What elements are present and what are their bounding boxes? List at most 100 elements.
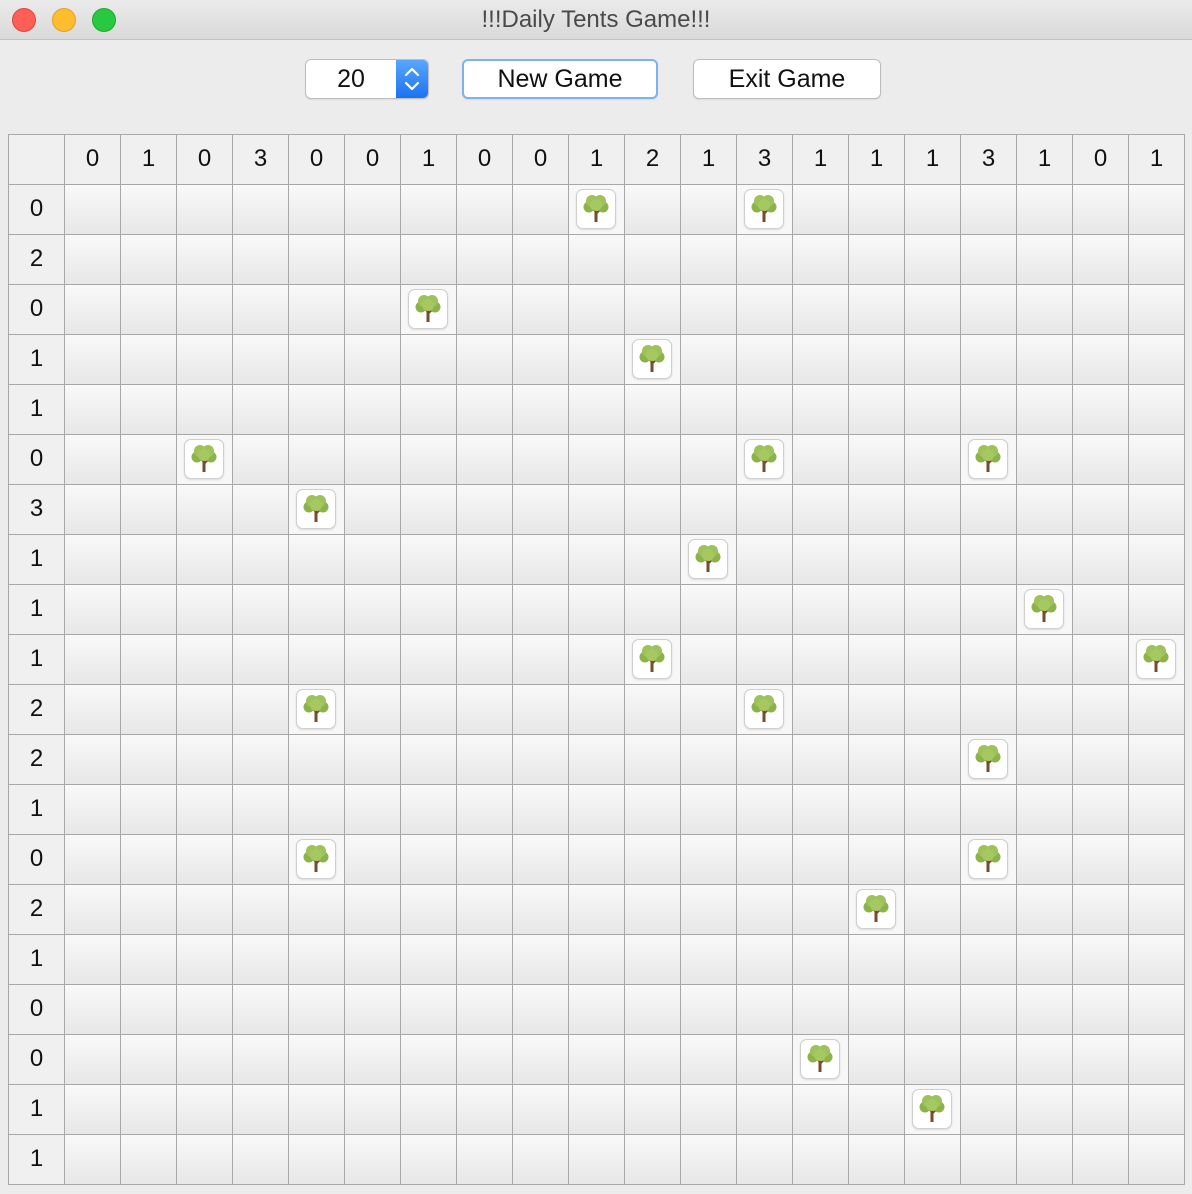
board-cell[interactable]: [792, 734, 849, 785]
board-cell[interactable]: [64, 934, 121, 985]
board-cell[interactable]: [512, 884, 569, 935]
tree-cell[interactable]: [904, 1084, 961, 1135]
board-cell[interactable]: [960, 784, 1017, 835]
board-cell[interactable]: [1072, 1134, 1129, 1185]
board-cell[interactable]: [848, 834, 905, 885]
board-cell[interactable]: [848, 784, 905, 835]
board-cell[interactable]: [232, 834, 289, 885]
board-cell[interactable]: [792, 484, 849, 535]
board-cell[interactable]: [288, 634, 345, 685]
board-cell[interactable]: [848, 1134, 905, 1185]
board-cell[interactable]: [176, 1034, 233, 1085]
board-cell[interactable]: [344, 1084, 401, 1135]
board-cell[interactable]: [344, 334, 401, 385]
board-cell[interactable]: [736, 234, 793, 285]
board-cell[interactable]: [792, 434, 849, 485]
board-cell[interactable]: [848, 284, 905, 335]
board-cell[interactable]: [736, 1084, 793, 1135]
board-cell[interactable]: [848, 384, 905, 435]
board-cell[interactable]: [1016, 334, 1073, 385]
tree-cell[interactable]: [288, 484, 345, 535]
board-cell[interactable]: [680, 484, 737, 535]
board-cell[interactable]: [904, 584, 961, 635]
board-cell[interactable]: [1016, 984, 1073, 1035]
board-cell[interactable]: [624, 884, 681, 935]
board-cell[interactable]: [904, 334, 961, 385]
board-cell[interactable]: [344, 734, 401, 785]
board-cell[interactable]: [624, 784, 681, 835]
board-cell[interactable]: [232, 1134, 289, 1185]
board-cell[interactable]: [568, 234, 625, 285]
board-cell[interactable]: [512, 834, 569, 885]
board-cell[interactable]: [1072, 734, 1129, 785]
board-size-value[interactable]: 20: [306, 60, 396, 98]
board-cell[interactable]: [288, 334, 345, 385]
board-cell[interactable]: [1128, 934, 1185, 985]
board-cell[interactable]: [232, 234, 289, 285]
board-cell[interactable]: [680, 334, 737, 385]
board-cell[interactable]: [792, 634, 849, 685]
board-cell[interactable]: [1128, 684, 1185, 735]
board-cell[interactable]: [512, 534, 569, 585]
board-cell[interactable]: [624, 1084, 681, 1135]
board-cell[interactable]: [568, 884, 625, 935]
board-cell[interactable]: [456, 384, 513, 435]
board-cell[interactable]: [400, 184, 457, 235]
board-cell[interactable]: [736, 334, 793, 385]
board-cell[interactable]: [64, 884, 121, 935]
board-cell[interactable]: [680, 934, 737, 985]
board-cell[interactable]: [960, 384, 1017, 435]
board-cell[interactable]: [1128, 784, 1185, 835]
board-cell[interactable]: [568, 834, 625, 885]
board-cell[interactable]: [512, 434, 569, 485]
board-cell[interactable]: [120, 1034, 177, 1085]
board-cell[interactable]: [400, 584, 457, 635]
board-cell[interactable]: [680, 284, 737, 335]
board-cell[interactable]: [456, 734, 513, 785]
board-cell[interactable]: [344, 234, 401, 285]
board-cell[interactable]: [904, 434, 961, 485]
board-cell[interactable]: [64, 184, 121, 235]
board-cell[interactable]: [456, 534, 513, 585]
board-cell[interactable]: [904, 1034, 961, 1085]
board-cell[interactable]: [400, 834, 457, 885]
board-cell[interactable]: [848, 734, 905, 785]
board-cell[interactable]: [512, 584, 569, 635]
board-cell[interactable]: [400, 384, 457, 435]
board-cell[interactable]: [288, 984, 345, 1035]
board-cell[interactable]: [1016, 484, 1073, 535]
board-cell[interactable]: [736, 634, 793, 685]
board-cell[interactable]: [456, 934, 513, 985]
board-cell[interactable]: [904, 284, 961, 335]
board-cell[interactable]: [848, 1084, 905, 1135]
board-cell[interactable]: [904, 784, 961, 835]
board-cell[interactable]: [232, 584, 289, 635]
board-cell[interactable]: [120, 934, 177, 985]
board-cell[interactable]: [736, 784, 793, 835]
board-cell[interactable]: [1072, 1084, 1129, 1135]
board-cell[interactable]: [624, 1134, 681, 1185]
board-cell[interactable]: [624, 234, 681, 285]
board-cell[interactable]: [512, 234, 569, 285]
tree-cell[interactable]: [624, 334, 681, 385]
board-cell[interactable]: [64, 334, 121, 385]
board-cell[interactable]: [120, 734, 177, 785]
board-cell[interactable]: [1072, 784, 1129, 835]
board-cell[interactable]: [1072, 334, 1129, 385]
board-cell[interactable]: [1072, 184, 1129, 235]
board-cell[interactable]: [400, 734, 457, 785]
board-cell[interactable]: [736, 484, 793, 535]
board-cell[interactable]: [680, 234, 737, 285]
board-cell[interactable]: [512, 734, 569, 785]
board-cell[interactable]: [120, 434, 177, 485]
board-cell[interactable]: [848, 684, 905, 735]
board-cell[interactable]: [64, 284, 121, 335]
board-cell[interactable]: [904, 384, 961, 435]
board-cell[interactable]: [1072, 584, 1129, 635]
board-cell[interactable]: [288, 1084, 345, 1135]
board-cell[interactable]: [344, 1034, 401, 1085]
board-cell[interactable]: [792, 784, 849, 835]
board-cell[interactable]: [960, 484, 1017, 535]
board-cell[interactable]: [344, 934, 401, 985]
board-cell[interactable]: [176, 184, 233, 235]
